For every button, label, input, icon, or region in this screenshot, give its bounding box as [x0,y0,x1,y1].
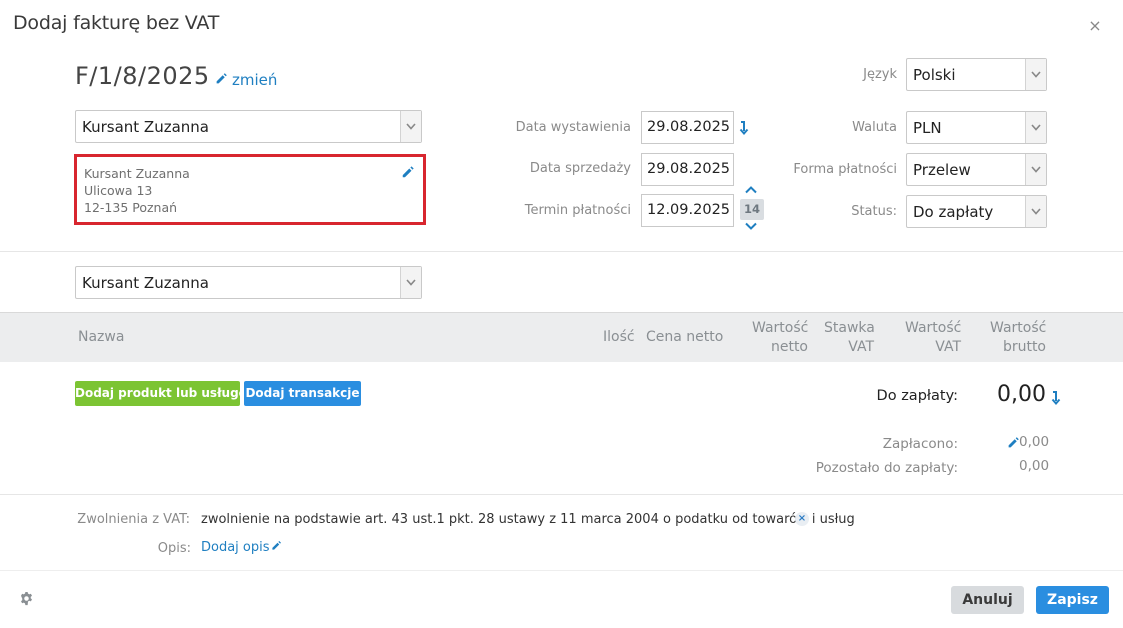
due-date-input[interactable]: 12.09.2025 [641,194,734,227]
edit-address-pencil-icon[interactable] [401,165,415,179]
remaining-label: Pozostało do zapłaty: [815,460,958,476]
pencil-icon [215,71,228,89]
chevron-down-icon[interactable] [744,220,758,232]
paid-value: 0,00 [1019,434,1050,450]
client-select-value: Kursant Zuzanna [82,117,209,136]
chevron-down-icon [1025,196,1046,227]
column-net-value: Wartość netto [752,320,809,355]
status-label: Status: [851,204,897,219]
recipient-select[interactable]: Kursant Zuzanna [75,266,422,299]
status-select-value: Do zapłaty [913,202,994,221]
save-button[interactable]: Zapisz [1036,586,1109,614]
invoice-number: F/1/8/2025 [75,62,210,90]
payment-method-select-value: Przelew [913,160,971,179]
column-name: Nazwa [78,329,125,345]
gear-icon[interactable] [19,591,34,606]
issue-date-input[interactable]: 29.08.2025 [641,111,734,144]
due-date-label: Termin płatności [524,203,631,218]
pencil-icon [271,540,282,555]
add-transaction-button[interactable]: Dodaj transakcje [244,381,361,406]
address-line-city: 12-135 Poznań [84,200,178,215]
address-line-street: Ulicowa 13 [84,183,153,198]
due-days-badge: 14 [740,199,764,220]
add-description-label: Dodaj opis [201,540,270,555]
amount-due-label: Do zapłaty: [876,388,958,404]
paid-label: Zapłacono: [882,436,958,452]
change-label: zmień [232,71,278,89]
currency-select-value: PLN [913,118,942,137]
language-select[interactable]: Polski [906,58,1047,91]
chevron-up-icon[interactable] [744,184,758,196]
chevron-down-icon [1025,112,1046,143]
column-gross-value: Wartość brutto [990,320,1047,355]
currency-select[interactable]: PLN [906,111,1047,144]
arrow-down-icon[interactable] [1050,390,1062,406]
payment-method-select[interactable]: Przelew [906,153,1047,186]
section-divider [0,494,1123,495]
currency-label: Waluta [852,120,897,135]
column-qty: Ilość [603,329,635,345]
recipient-select-value: Kursant Zuzanna [82,273,209,292]
sale-date-input[interactable]: 29.08.2025 [641,153,734,186]
client-select[interactable]: Kursant Zuzanna [75,110,422,143]
chevron-down-icon [1025,59,1046,90]
add-description-link[interactable]: Dodaj opis [201,540,282,555]
remaining-value: 0,00 [1019,458,1050,474]
column-vat-rate: Stawka VAT [824,320,875,355]
cancel-button[interactable]: Anuluj [951,586,1024,614]
chevron-down-icon [400,267,421,298]
column-net-price: Cena netto [646,329,724,345]
status-select[interactable]: Do zapłaty [906,195,1047,228]
amount-due-value: 0,00 [997,382,1046,407]
dialog-title: Dodaj fakturę bez VAT [13,12,220,34]
client-address-box: Kursant Zuzanna Ulicowa 13 12-135 Poznań [74,154,426,225]
footer-divider [0,570,1123,571]
vat-exemption-label: Zwolnienia z VAT: [77,512,190,527]
issue-date-label: Data wystawienia [515,120,631,135]
add-product-button[interactable]: Dodaj produkt lub usługę [75,381,247,406]
column-vat-value: Wartość VAT [905,320,962,355]
chevron-down-icon [1025,154,1046,185]
copy-date-arrow-icon[interactable] [738,120,750,136]
description-label: Opis: [157,541,191,556]
vat-exemption-text: zwolnienie na podstawie art. 43 ust.1 pk… [201,512,855,527]
items-table-header: Nazwa Ilość Cena netto Wartość netto Sta… [0,312,1123,362]
address-line-name: Kursant Zuzanna [84,166,190,181]
remove-exemption-close-icon[interactable]: × [795,512,809,526]
change-number-link[interactable]: zmień [215,71,277,89]
payment-method-label: Forma płatności [793,162,897,177]
language-label: Język [863,67,897,82]
close-icon[interactable]: × [1087,18,1103,34]
sale-date-label: Data sprzedaży [529,161,631,176]
language-select-value: Polski [913,65,956,84]
chevron-down-icon [400,111,421,142]
section-divider [0,251,1123,252]
